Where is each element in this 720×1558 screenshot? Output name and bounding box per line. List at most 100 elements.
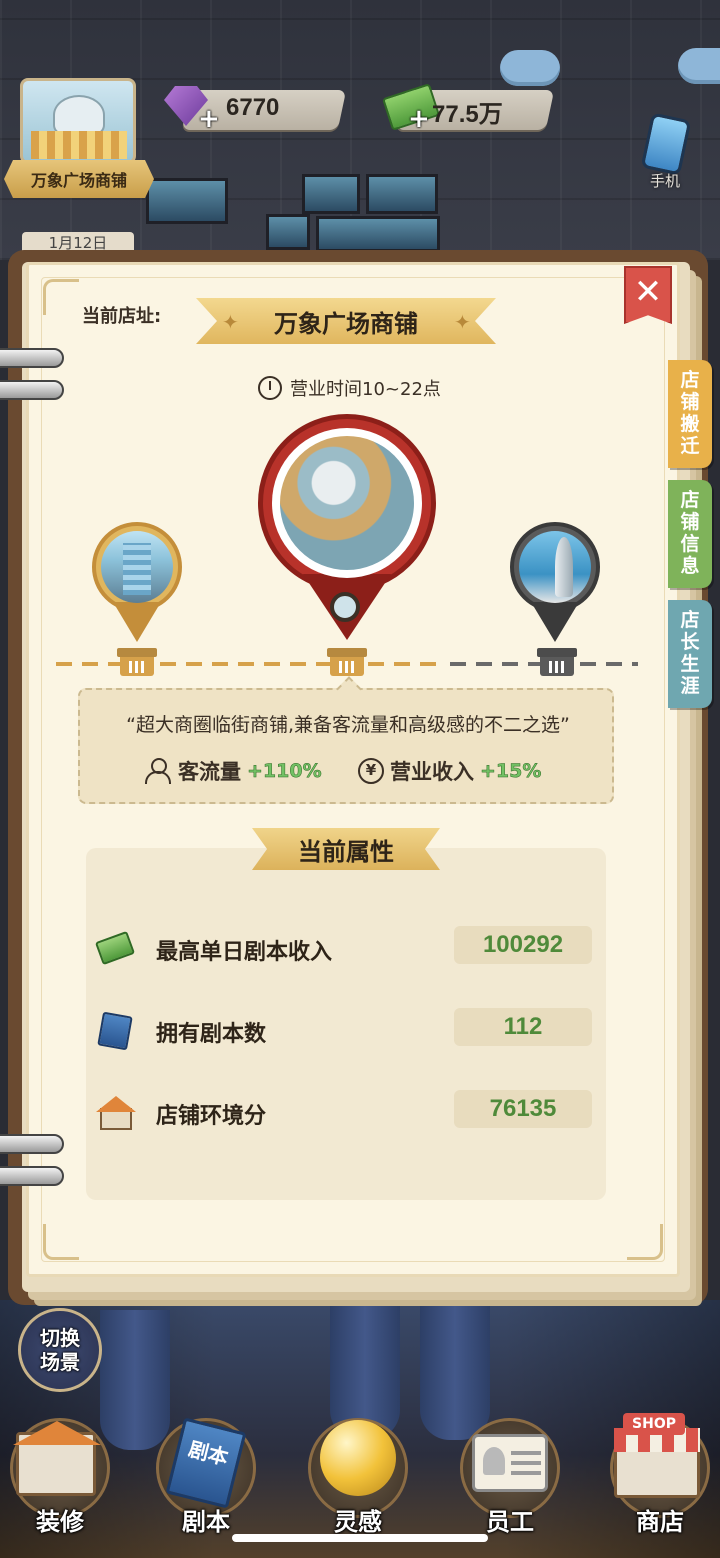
wall-frame — [316, 216, 440, 252]
gem-count: 6770 — [226, 94, 280, 121]
attributes-title-banner: 当前属性 — [252, 828, 440, 870]
attribute-value: 100292 — [454, 926, 592, 964]
nav-staff[interactable]: 员工 — [450, 1418, 570, 1548]
corner-ornament — [627, 1224, 663, 1260]
side-tab-char: 生 — [680, 653, 700, 675]
business-hours: 营业时间10~22点 — [258, 374, 441, 402]
shop-sign: SHOP — [623, 1413, 685, 1435]
store-title-banner: 万象广场商铺 — [196, 298, 496, 344]
tab-manager-career[interactable]: 店长生涯 — [668, 600, 712, 708]
side-tab-char: 铺 — [680, 511, 700, 534]
nav-label: 装修 — [36, 1508, 84, 1536]
nav-renovate[interactable]: 装修 — [0, 1418, 120, 1548]
location-pin-right[interactable] — [510, 522, 600, 644]
attribute-row: 店铺环境分 76135 — [96, 1090, 596, 1134]
shop-marker-locked-icon — [540, 648, 574, 676]
attribute-row: 拥有剧本数 112 — [96, 1008, 596, 1052]
cash-amount: 77.5万 — [432, 101, 503, 128]
attribute-value: 76135 — [454, 1090, 592, 1128]
current-address-label: 当前店址: — [82, 306, 162, 327]
side-tab-char: 息 — [680, 554, 700, 577]
yen-icon: ¥ — [358, 758, 384, 784]
shop-icon: SHOP — [614, 1413, 700, 1498]
shop-marker-icon — [330, 648, 364, 676]
route-line-unlocked — [56, 662, 446, 666]
star-ornament-icon: ✦ — [222, 310, 239, 334]
home-indicator[interactable] — [232, 1534, 488, 1542]
attribute-label: 店铺环境分 — [156, 1104, 267, 1129]
cloud-decoration — [678, 48, 720, 84]
location-pin-left[interactable] — [92, 522, 182, 644]
tab-store-relocation[interactable]: 店铺搬迁 — [668, 360, 712, 468]
binder-ring — [0, 380, 64, 400]
corner-ornament — [43, 279, 79, 315]
staff-icon — [472, 1434, 548, 1492]
magnifier-icon[interactable] — [330, 592, 360, 622]
side-tab-char: 信 — [680, 533, 700, 555]
nav-inspiration[interactable]: 灵感 — [298, 1418, 418, 1548]
store-title: 万象广场商铺 — [274, 309, 418, 338]
office-tower-image — [101, 531, 173, 603]
side-tab-char: 迁 — [680, 434, 700, 457]
phone-label: 手机 — [650, 172, 681, 190]
side-tab-char: 涯 — [680, 674, 700, 697]
side-tab-char: 铺 — [680, 391, 700, 414]
switch-scene-button[interactable]: 切换 场景 — [18, 1308, 102, 1392]
cash-stack-icon — [94, 930, 136, 966]
storefront — [31, 131, 127, 159]
binder-ring — [0, 1134, 64, 1154]
star-ornament-icon: ✦ — [454, 310, 471, 334]
shop-marker-icon — [120, 648, 154, 676]
tower-building — [123, 543, 151, 595]
inspiration-icon — [320, 1420, 396, 1496]
script-book-icon — [96, 1011, 136, 1051]
nav-label: 员工 — [486, 1508, 534, 1536]
side-tab-char: 店 — [680, 489, 700, 512]
nav-label: 剧本 — [182, 1508, 230, 1536]
nav-label: 商店 — [636, 1508, 684, 1536]
attribute-label: 最高单日剧本收入 — [156, 940, 333, 965]
pin-tail — [531, 602, 579, 642]
pin-tail — [113, 602, 161, 642]
tab-store-info[interactable]: 店铺信息 — [668, 480, 712, 588]
attribute-label: 拥有剧本数 — [156, 1022, 267, 1047]
income-bonus: +15% — [480, 760, 542, 783]
current-store-thumbnail[interactable] — [20, 78, 136, 164]
wall-frame — [146, 178, 228, 224]
income-stat: ¥ 营业收入 +15% — [358, 756, 542, 786]
nav-script[interactable]: 剧本 剧本 — [146, 1417, 266, 1548]
people-icon — [144, 758, 172, 784]
business-hours-text: 营业时间10~22点 — [290, 379, 441, 400]
store-description: “超大商圈临街商铺,兼备客流量和高级感的不二之选” — [126, 714, 570, 736]
traffic-label: 客流量 — [178, 760, 241, 784]
wall-frame — [366, 174, 438, 214]
nav-label: 灵感 — [334, 1508, 382, 1536]
side-tab-char: 店 — [680, 609, 700, 632]
wall-frame — [302, 174, 360, 214]
store-description-box: “超大商圈临街商铺,兼备客流量和高级感的不二之选” 客流量 +110% ¥ 营业… — [78, 688, 614, 804]
wall-frame — [266, 214, 310, 250]
switch-scene-label-line1: 切换 — [40, 1326, 80, 1350]
side-tab-char: 长 — [680, 631, 700, 654]
elephant-statue — [53, 95, 105, 135]
add-gems-icon[interactable]: + — [198, 104, 220, 134]
switch-scene-label-line2: 场景 — [40, 1350, 80, 1374]
binder-ring — [0, 348, 64, 368]
add-cash-icon[interactable]: + — [408, 104, 430, 134]
attributes-title: 当前属性 — [298, 837, 394, 866]
corner-ornament — [43, 1224, 79, 1260]
renovate-icon — [13, 1421, 101, 1496]
plaza-store-image — [280, 436, 414, 570]
spire-building — [555, 537, 573, 597]
attribute-value: 112 — [454, 1008, 592, 1046]
attribute-row: 最高单日剧本收入 100292 — [94, 926, 596, 970]
shop-house-icon — [96, 1094, 136, 1130]
location-pin-current[interactable] — [258, 414, 436, 640]
binder-ring — [0, 1166, 64, 1186]
current-store-label[interactable]: 万象广场商铺 — [4, 160, 154, 198]
side-tab-char: 搬 — [680, 413, 700, 435]
close-button[interactable]: ✕ — [624, 266, 672, 324]
nav-shop[interactable]: SHOP 商店 — [600, 1413, 720, 1548]
traffic-bonus: +110% — [247, 760, 322, 783]
traffic-stat: 客流量 +110% — [144, 756, 322, 786]
